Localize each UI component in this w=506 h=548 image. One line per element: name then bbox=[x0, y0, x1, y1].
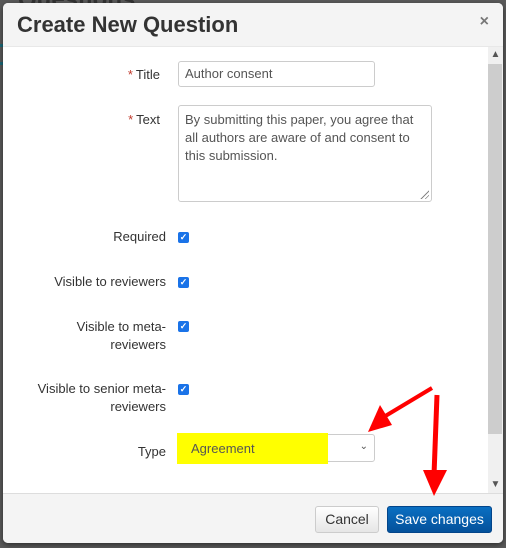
cancel-button[interactable]: Cancel bbox=[315, 506, 379, 533]
title-input[interactable]: Author consent bbox=[178, 61, 375, 87]
scroll-down-icon[interactable]: ▼ bbox=[488, 477, 503, 493]
required-checkbox[interactable]: ✓ bbox=[178, 232, 189, 243]
scroll-up-icon[interactable]: ▲ bbox=[488, 47, 503, 63]
text-label: * Text bbox=[128, 112, 160, 127]
resize-grip-icon[interactable] bbox=[419, 189, 429, 199]
visible-to-senior-meta-reviewers-label: Visible to senior meta-reviewers bbox=[37, 381, 166, 414]
type-select[interactable]: Agreement ⌄ bbox=[177, 433, 375, 464]
required-label: Required bbox=[113, 229, 166, 244]
title-label: * Title bbox=[127, 67, 160, 82]
visible-to-senior-meta-reviewers-checkbox[interactable]: ✓ bbox=[178, 384, 189, 395]
type-label: Type bbox=[137, 444, 166, 459]
modal-title: Create New Question bbox=[17, 12, 239, 37]
save-changes-button[interactable]: Save changes bbox=[387, 506, 492, 533]
scrollbar[interactable]: ▲ ▼ bbox=[488, 47, 503, 493]
required-marker: * bbox=[128, 112, 134, 127]
close-icon[interactable]: × bbox=[480, 13, 489, 31]
modal-footer: Cancel Save changes bbox=[3, 493, 503, 543]
modal-body: * Title Author consent * Text By submittin… bbox=[3, 47, 489, 493]
chevron-down-icon: ⌄ bbox=[359, 441, 368, 452]
visible-to-reviewers-checkbox[interactable]: ✓ bbox=[178, 277, 189, 288]
text-textarea[interactable]: By submitting this paper, you agree that… bbox=[178, 105, 432, 202]
create-question-modal: Create New Question × * Title Author cons… bbox=[3, 3, 503, 543]
visible-to-reviewers-label: Visible to reviewers bbox=[54, 274, 166, 289]
modal-header: Create New Question × bbox=[3, 3, 503, 47]
visible-to-meta-reviewers-label: Visible to meta-reviewers bbox=[76, 319, 166, 352]
text-value: By submitting this paper, you agree that… bbox=[185, 112, 414, 163]
visible-to-meta-reviewers-checkbox[interactable]: ✓ bbox=[178, 321, 189, 332]
required-marker: * bbox=[127, 67, 133, 82]
type-select-value: Agreement bbox=[191, 441, 255, 456]
scrollbar-thumb[interactable] bbox=[488, 64, 502, 434]
